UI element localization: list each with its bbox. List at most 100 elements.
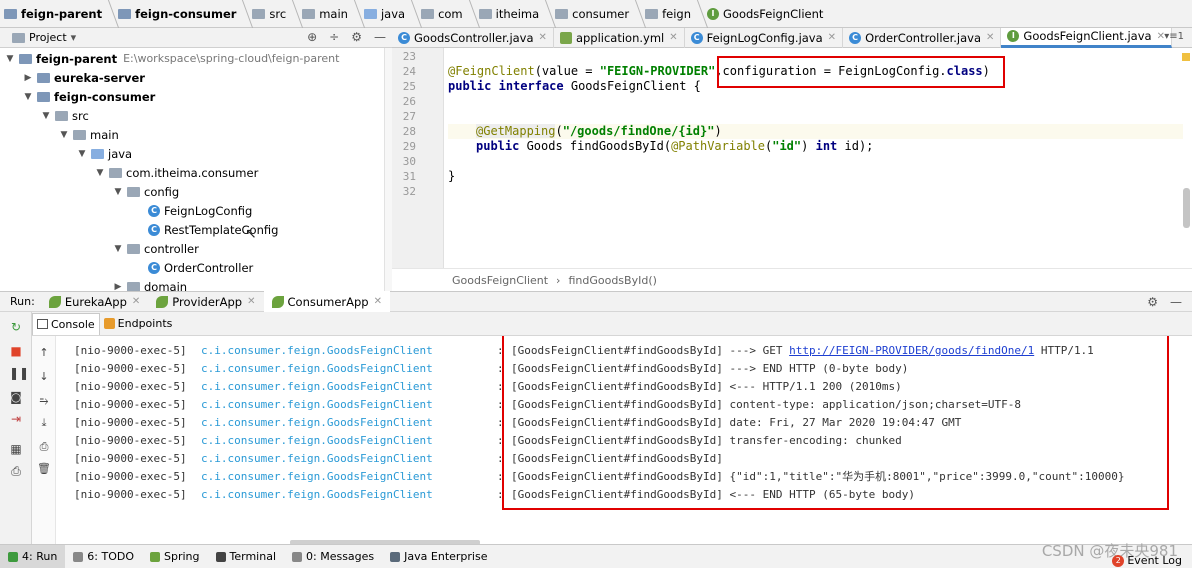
console-log-line[interactable]: [nio-9000-exec-5] c.i.consumer.feign.Good… (74, 360, 908, 378)
gear-icon[interactable]: ⚙ (1147, 295, 1158, 309)
breadcrumb-item-feign-consumer[interactable]: feign-consumer (118, 0, 254, 28)
editor-scrollbar[interactable] (1183, 188, 1190, 228)
tree-item-feign-parent[interactable]: ▼ feign-parent E:\workspace\spring-cloud\f… (4, 49, 340, 68)
run-tab-consumerapp[interactable]: ConsumerApp ✕ (263, 291, 390, 312)
editor-breadcrumb-class[interactable]: GoodsFeignClient (452, 274, 548, 287)
console-output[interactable]: [nio-9000-exec-5] c.i.consumer.feign.Good… (56, 336, 1192, 544)
print-icon[interactable]: ⎙ (37, 440, 51, 454)
status-todo[interactable]: 6: TODO (65, 545, 142, 568)
collapse-all-icon[interactable]: ÷ (329, 30, 339, 44)
close-icon[interactable]: ✕ (374, 296, 382, 307)
chevron-right-icon[interactable]: ▶ (22, 73, 34, 83)
chevron-right-icon[interactable]: ▶ (112, 282, 124, 292)
tree-item-java[interactable]: ▼ java (76, 144, 133, 163)
console-log-line[interactable]: [nio-9000-exec-5] c.i.consumer.feign.Good… (74, 342, 1094, 360)
tree-item-feignlogconfig[interactable]: C FeignLogConfig (148, 201, 252, 220)
arrow-up-icon[interactable]: ↑ (37, 346, 51, 360)
console-log-line[interactable]: [nio-9000-exec-5] c.i.consumer.feign.Good… (74, 468, 1125, 486)
breadcrumb-item-feign[interactable]: feign (645, 0, 709, 28)
tab-list-menu-icon[interactable]: ▾≡1 (1164, 31, 1184, 42)
scroll-to-end-icon[interactable]: ⤓ (37, 416, 51, 430)
breadcrumb-item-itheima[interactable]: itheima (478, 0, 557, 28)
breadcrumb-item-java[interactable]: java (363, 0, 423, 28)
status-messages[interactable]: 0: Messages (284, 545, 382, 568)
exit-icon[interactable]: ⇥ (9, 412, 23, 426)
tree-scrollbar[interactable] (384, 48, 392, 291)
editor-breadcrumb-method[interactable]: findGoodsById() (568, 274, 656, 287)
close-icon[interactable]: ✕ (669, 32, 677, 43)
console-log-line[interactable]: [nio-9000-exec-5] c.i.consumer.feign.Good… (74, 432, 902, 450)
code-line-28[interactable]: @GetMapping("/goods/findOne/{id}") (448, 124, 1183, 139)
log-thread: [nio-9000-exec-5] (74, 452, 187, 465)
tree-item-controller[interactable]: ▼ controller (112, 239, 199, 258)
soft-wrap-icon[interactable]: ⥱ (37, 394, 51, 408)
run-tab-eurekaapp[interactable]: EurekaApp ✕ (41, 291, 148, 312)
log-url-link[interactable]: http://FEIGN-PROVIDER/goods/findOne/1 (789, 344, 1034, 357)
tree-item-ordercontroller[interactable]: C OrderController (148, 258, 253, 277)
rerun-icon[interactable]: ↻ (9, 320, 23, 334)
event-log-button[interactable]: 2 Event Log (1112, 554, 1182, 567)
console-log-line[interactable]: [nio-9000-exec-5] c.i.consumer.feign.Good… (74, 396, 1021, 414)
tree-item-eureka-server[interactable]: ▶ eureka-server (22, 68, 145, 87)
status-spring[interactable]: Spring (142, 545, 208, 568)
minimize-icon[interactable]: — (1170, 295, 1182, 309)
tree-item-config[interactable]: ▼ config (112, 182, 180, 201)
arrow-down-icon[interactable]: ↓ (37, 370, 51, 384)
code-editor[interactable]: 23 24 25 26 27 28 29 30 31 32 @FeignClie… (392, 48, 1192, 291)
tree-item-com-itheima-consumer[interactable]: ▼ com.itheima.consumer (94, 163, 259, 182)
status-run[interactable]: 4: Run (0, 544, 66, 568)
tab-endpoints[interactable]: Endpoints (100, 313, 177, 335)
tab-application-yml[interactable]: application.yml ✕ (554, 27, 685, 48)
tree-item-resttemplateconfig[interactable]: C RestTemplateConfig (148, 220, 278, 239)
breadcrumb-item-main[interactable]: main (302, 0, 366, 28)
trash-icon[interactable]: 🗑 (37, 462, 51, 476)
chevron-down-icon[interactable]: ▼ (22, 92, 34, 102)
console-log-line[interactable]: [nio-9000-exec-5] c.i.consumer.feign.Good… (74, 414, 961, 432)
close-icon[interactable]: ✕ (539, 32, 547, 43)
minimize-icon[interactable]: — (374, 30, 386, 44)
close-icon[interactable]: ✕ (132, 296, 140, 307)
layout-icon[interactable]: ▦ (9, 442, 23, 456)
stop-icon[interactable]: ■ (9, 344, 23, 358)
chevron-down-icon[interactable]: ▼ (112, 187, 124, 197)
chevron-down-icon[interactable]: ▾ (71, 31, 77, 44)
breadcrumb-item-goodsfeignclient[interactable]: I GoodsFeignClient (707, 0, 827, 28)
chevron-down-icon[interactable]: ▼ (4, 54, 16, 64)
console-log-line[interactable]: [nio-9000-exec-5] c.i.consumer.feign.Good… (74, 486, 915, 504)
breadcrumb-item-consumer[interactable]: consumer (555, 0, 647, 28)
gear-icon[interactable]: ⚙ (351, 30, 362, 44)
run-tab-providerapp[interactable]: ProviderApp ✕ (148, 291, 263, 312)
close-icon[interactable]: ✕ (247, 296, 255, 307)
code-line-29[interactable]: public Goods findGoodsById(@PathVariable… (448, 139, 1183, 154)
breadcrumb-item-com[interactable]: com (421, 0, 480, 28)
project-view-selector[interactable]: Project (29, 31, 67, 44)
tree-item-domain[interactable]: ▶ domain (112, 277, 187, 291)
chevron-down-icon[interactable]: ▼ (58, 130, 70, 140)
chevron-down-icon[interactable]: ▼ (112, 244, 124, 254)
close-icon[interactable]: ✕ (828, 32, 836, 43)
tab-feignlogconfig[interactable]: C FeignLogConfig.java ✕ (685, 27, 844, 48)
tree-item-feign-consumer[interactable]: ▼ feign-consumer (22, 87, 156, 106)
tree-item-main[interactable]: ▼ main (58, 125, 119, 144)
tab-goodsfeignclient[interactable]: I GoodsFeignClient.java ✕ (1001, 27, 1172, 48)
tree-item-src[interactable]: ▼ src (40, 106, 89, 125)
status-java-enterprise[interactable]: Java Enterprise (382, 545, 495, 568)
pause-icon[interactable]: ❚❚ (9, 366, 29, 380)
chevron-down-icon[interactable]: ▼ (40, 111, 52, 121)
console-log-line[interactable]: [nio-9000-exec-5] c.i.consumer.feign.Good… (74, 378, 902, 396)
class-icon: C (148, 261, 160, 274)
chevron-down-icon[interactable]: ▼ (94, 168, 106, 178)
status-terminal[interactable]: Terminal (208, 545, 285, 568)
breadcrumb-item-feign-parent[interactable]: feign-parent (4, 0, 120, 28)
chevron-down-icon[interactable]: ▼ (76, 149, 88, 159)
tab-ordercontroller[interactable]: C OrderController.java ✕ (843, 27, 1002, 48)
locate-icon[interactable]: ⊕ (307, 30, 317, 44)
close-icon[interactable]: ✕ (986, 32, 994, 43)
tab-console[interactable]: Console (32, 312, 100, 335)
console-log-line[interactable]: [nio-9000-exec-5] c.i.consumer.feign.Good… (74, 450, 723, 468)
camera-icon[interactable]: ◙ (9, 390, 23, 404)
breadcrumb-item-src[interactable]: src (252, 0, 304, 28)
tab-goodscontroller[interactable]: C GoodsController.java ✕ (392, 27, 554, 48)
code-line-31[interactable]: } (448, 169, 1183, 184)
warning-marker-icon[interactable] (1182, 53, 1190, 61)
